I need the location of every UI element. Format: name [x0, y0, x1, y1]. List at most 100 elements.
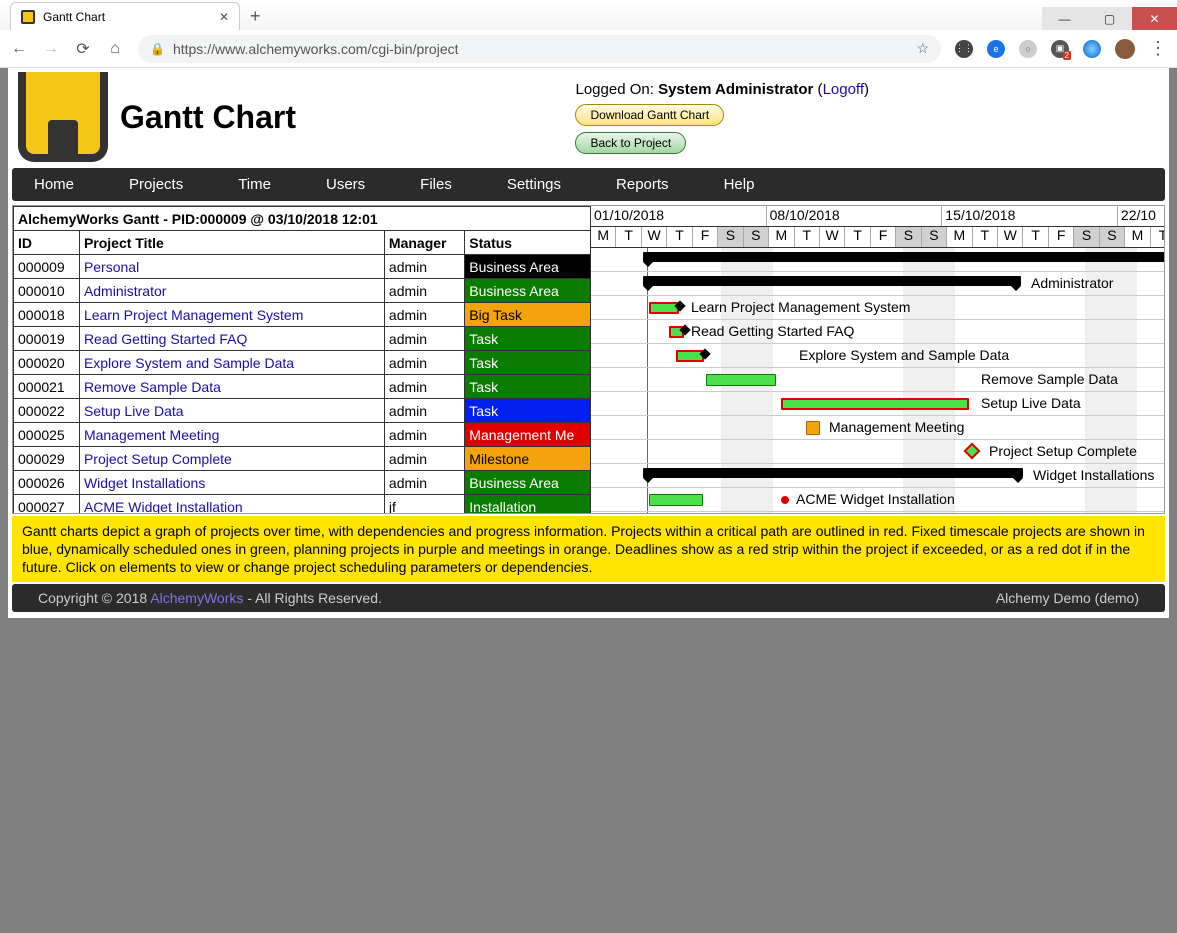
- nav-back-icon[interactable]: ←: [10, 40, 28, 58]
- extension-icon-1[interactable]: ⋮⋮: [955, 40, 973, 58]
- cell-manager: admin: [384, 279, 464, 303]
- menu-projects[interactable]: Projects: [129, 176, 183, 193]
- table-row[interactable]: 000021Remove Sample DataadminTask: [14, 375, 591, 399]
- cell-title[interactable]: Widget Installations: [79, 471, 384, 495]
- day-cell: S: [744, 227, 769, 247]
- gantt-bar[interactable]: [781, 398, 969, 410]
- cell-title[interactable]: Administrator: [79, 279, 384, 303]
- cell-title[interactable]: Management Meeting: [79, 423, 384, 447]
- cell-title[interactable]: Setup Live Data: [79, 399, 384, 423]
- footer-brand-link[interactable]: AlchemyWorks: [150, 590, 243, 606]
- bar-label: Learn Project Management System: [691, 299, 910, 315]
- cell-title[interactable]: Learn Project Management System: [79, 303, 384, 327]
- table-row[interactable]: 000020Explore System and Sample Dataadmi…: [14, 351, 591, 375]
- extension-icon-2[interactable]: e: [987, 40, 1005, 58]
- nav-forward-icon[interactable]: →: [42, 40, 60, 58]
- menu-files[interactable]: Files: [420, 176, 452, 193]
- gantt-row[interactable]: Project Setup Complete: [591, 440, 1165, 464]
- gantt-row[interactable]: Administrator: [591, 272, 1165, 296]
- table-row[interactable]: 000018Learn Project Management Systemadm…: [14, 303, 591, 327]
- gantt-bar[interactable]: [806, 421, 820, 435]
- tab-close-icon[interactable]: ✕: [219, 10, 229, 24]
- profile-avatar-icon[interactable]: [1115, 39, 1135, 59]
- cell-manager: admin: [384, 471, 464, 495]
- menu-help[interactable]: Help: [724, 176, 755, 193]
- browser-menu-icon[interactable]: ⋮: [1149, 38, 1167, 59]
- bar-label: Administrator: [1031, 275, 1113, 291]
- gantt-row[interactable]: Remove Sample Data: [591, 368, 1165, 392]
- alchemyworks-logo-icon: [18, 72, 108, 162]
- cell-title[interactable]: ACME Widget Installation: [79, 495, 384, 514]
- day-cell: S: [922, 227, 947, 247]
- cell-manager: admin: [384, 399, 464, 423]
- gantt-bar[interactable]: [643, 252, 1165, 262]
- bar-label: Management Meeting: [829, 419, 964, 435]
- cell-status: Business Area: [465, 279, 591, 303]
- table-row[interactable]: 000019Read Getting Started FAQadminTask: [14, 327, 591, 351]
- gantt-row[interactable]: Warwick Widget Inst: [591, 512, 1165, 514]
- cell-title[interactable]: Explore System and Sample Data: [79, 351, 384, 375]
- timeline-weeks: 01/10/2018 08/10/2018 15/10/2018 22/10: [591, 206, 1165, 227]
- cell-title[interactable]: Project Setup Complete: [79, 447, 384, 471]
- menu-home[interactable]: Home: [34, 176, 74, 193]
- gantt-bar[interactable]: [649, 302, 679, 314]
- gantt-bar[interactable]: [643, 276, 1021, 286]
- window-maximize-button[interactable]: ▢: [1087, 7, 1132, 30]
- new-tab-button[interactable]: +: [250, 6, 261, 27]
- menu-time[interactable]: Time: [238, 176, 271, 193]
- url-input[interactable]: 🔒 https://www.alchemyworks.com/cgi-bin/p…: [138, 35, 941, 63]
- gantt-row[interactable]: Setup Live Data: [591, 392, 1165, 416]
- table-row[interactable]: 000010AdministratoradminBusiness Area: [14, 279, 591, 303]
- browser-tab[interactable]: Gantt Chart ✕: [10, 2, 240, 30]
- gantt-bar[interactable]: [706, 374, 776, 386]
- gantt-bar[interactable]: [649, 494, 703, 506]
- gantt-row[interactable]: ACME Widget Installation: [591, 488, 1165, 512]
- gantt-info-header: AlchemyWorks Gantt - PID:000009 @ 03/10/…: [14, 207, 591, 231]
- menu-reports[interactable]: Reports: [616, 176, 669, 193]
- table-row[interactable]: 000029Project Setup CompleteadminMilesto…: [14, 447, 591, 471]
- table-row[interactable]: 000022Setup Live DataadminTask: [14, 399, 591, 423]
- cell-status: Task: [465, 351, 591, 375]
- gantt-row[interactable]: Read Getting Started FAQ: [591, 320, 1165, 344]
- cell-id: 000010: [14, 279, 80, 303]
- gantt-timeline[interactable]: 01/10/2018 08/10/2018 15/10/2018 22/10 M…: [591, 206, 1165, 513]
- gantt-bar[interactable]: [643, 468, 1023, 478]
- cell-title[interactable]: Read Getting Started FAQ: [79, 327, 384, 351]
- bar-label: Explore System and Sample Data: [799, 347, 1009, 363]
- day-cell: M: [947, 227, 972, 247]
- table-row[interactable]: 000009PersonaladminBusiness Area: [14, 255, 591, 279]
- gantt-chart[interactable]: AlchemyWorks Gantt - PID:000009 @ 03/10/…: [12, 205, 1165, 514]
- star-icon[interactable]: ☆: [916, 40, 929, 57]
- table-row[interactable]: 000025Management MeetingadminManagement …: [14, 423, 591, 447]
- gantt-row[interactable]: Management Meeting: [591, 416, 1165, 440]
- table-row[interactable]: 000027ACME Widget InstallationjfInstalla…: [14, 495, 591, 514]
- menu-settings[interactable]: Settings: [507, 176, 561, 193]
- legend-text: Gantt charts depict a graph of projects …: [12, 516, 1165, 583]
- day-cell: S: [718, 227, 743, 247]
- extension-icon-5[interactable]: [1083, 40, 1101, 58]
- nav-home-icon[interactable]: ⌂: [106, 40, 124, 58]
- cell-title[interactable]: Personal: [79, 255, 384, 279]
- gantt-row[interactable]: Widget Installations: [591, 464, 1165, 488]
- cell-title[interactable]: Remove Sample Data: [79, 375, 384, 399]
- milestone-icon[interactable]: [964, 443, 981, 460]
- cell-manager: admin: [384, 375, 464, 399]
- extension-icon-4[interactable]: ▣: [1051, 40, 1069, 58]
- gantt-row[interactable]: Learn Project Management System: [591, 296, 1165, 320]
- gantt-row[interactable]: [591, 248, 1165, 272]
- cell-status: Management Me: [465, 423, 591, 447]
- window-close-button[interactable]: ✕: [1132, 7, 1177, 30]
- gantt-row[interactable]: Explore System and Sample Data: [591, 344, 1165, 368]
- window-minimize-button[interactable]: —: [1042, 7, 1087, 30]
- day-cell: T: [973, 227, 998, 247]
- table-row[interactable]: 000026Widget InstallationsadminBusiness …: [14, 471, 591, 495]
- col-id-header: ID: [14, 231, 80, 255]
- back-to-project-button[interactable]: Back to Project: [575, 132, 686, 154]
- menu-users[interactable]: Users: [326, 176, 365, 193]
- nav-reload-icon[interactable]: ⟳: [74, 39, 92, 59]
- logoff-link[interactable]: Logoff: [823, 81, 864, 98]
- extension-icon-3[interactable]: ○: [1019, 40, 1037, 58]
- cell-manager: admin: [384, 447, 464, 471]
- day-cell: F: [871, 227, 896, 247]
- download-gantt-button[interactable]: Download Gantt Chart: [575, 104, 724, 126]
